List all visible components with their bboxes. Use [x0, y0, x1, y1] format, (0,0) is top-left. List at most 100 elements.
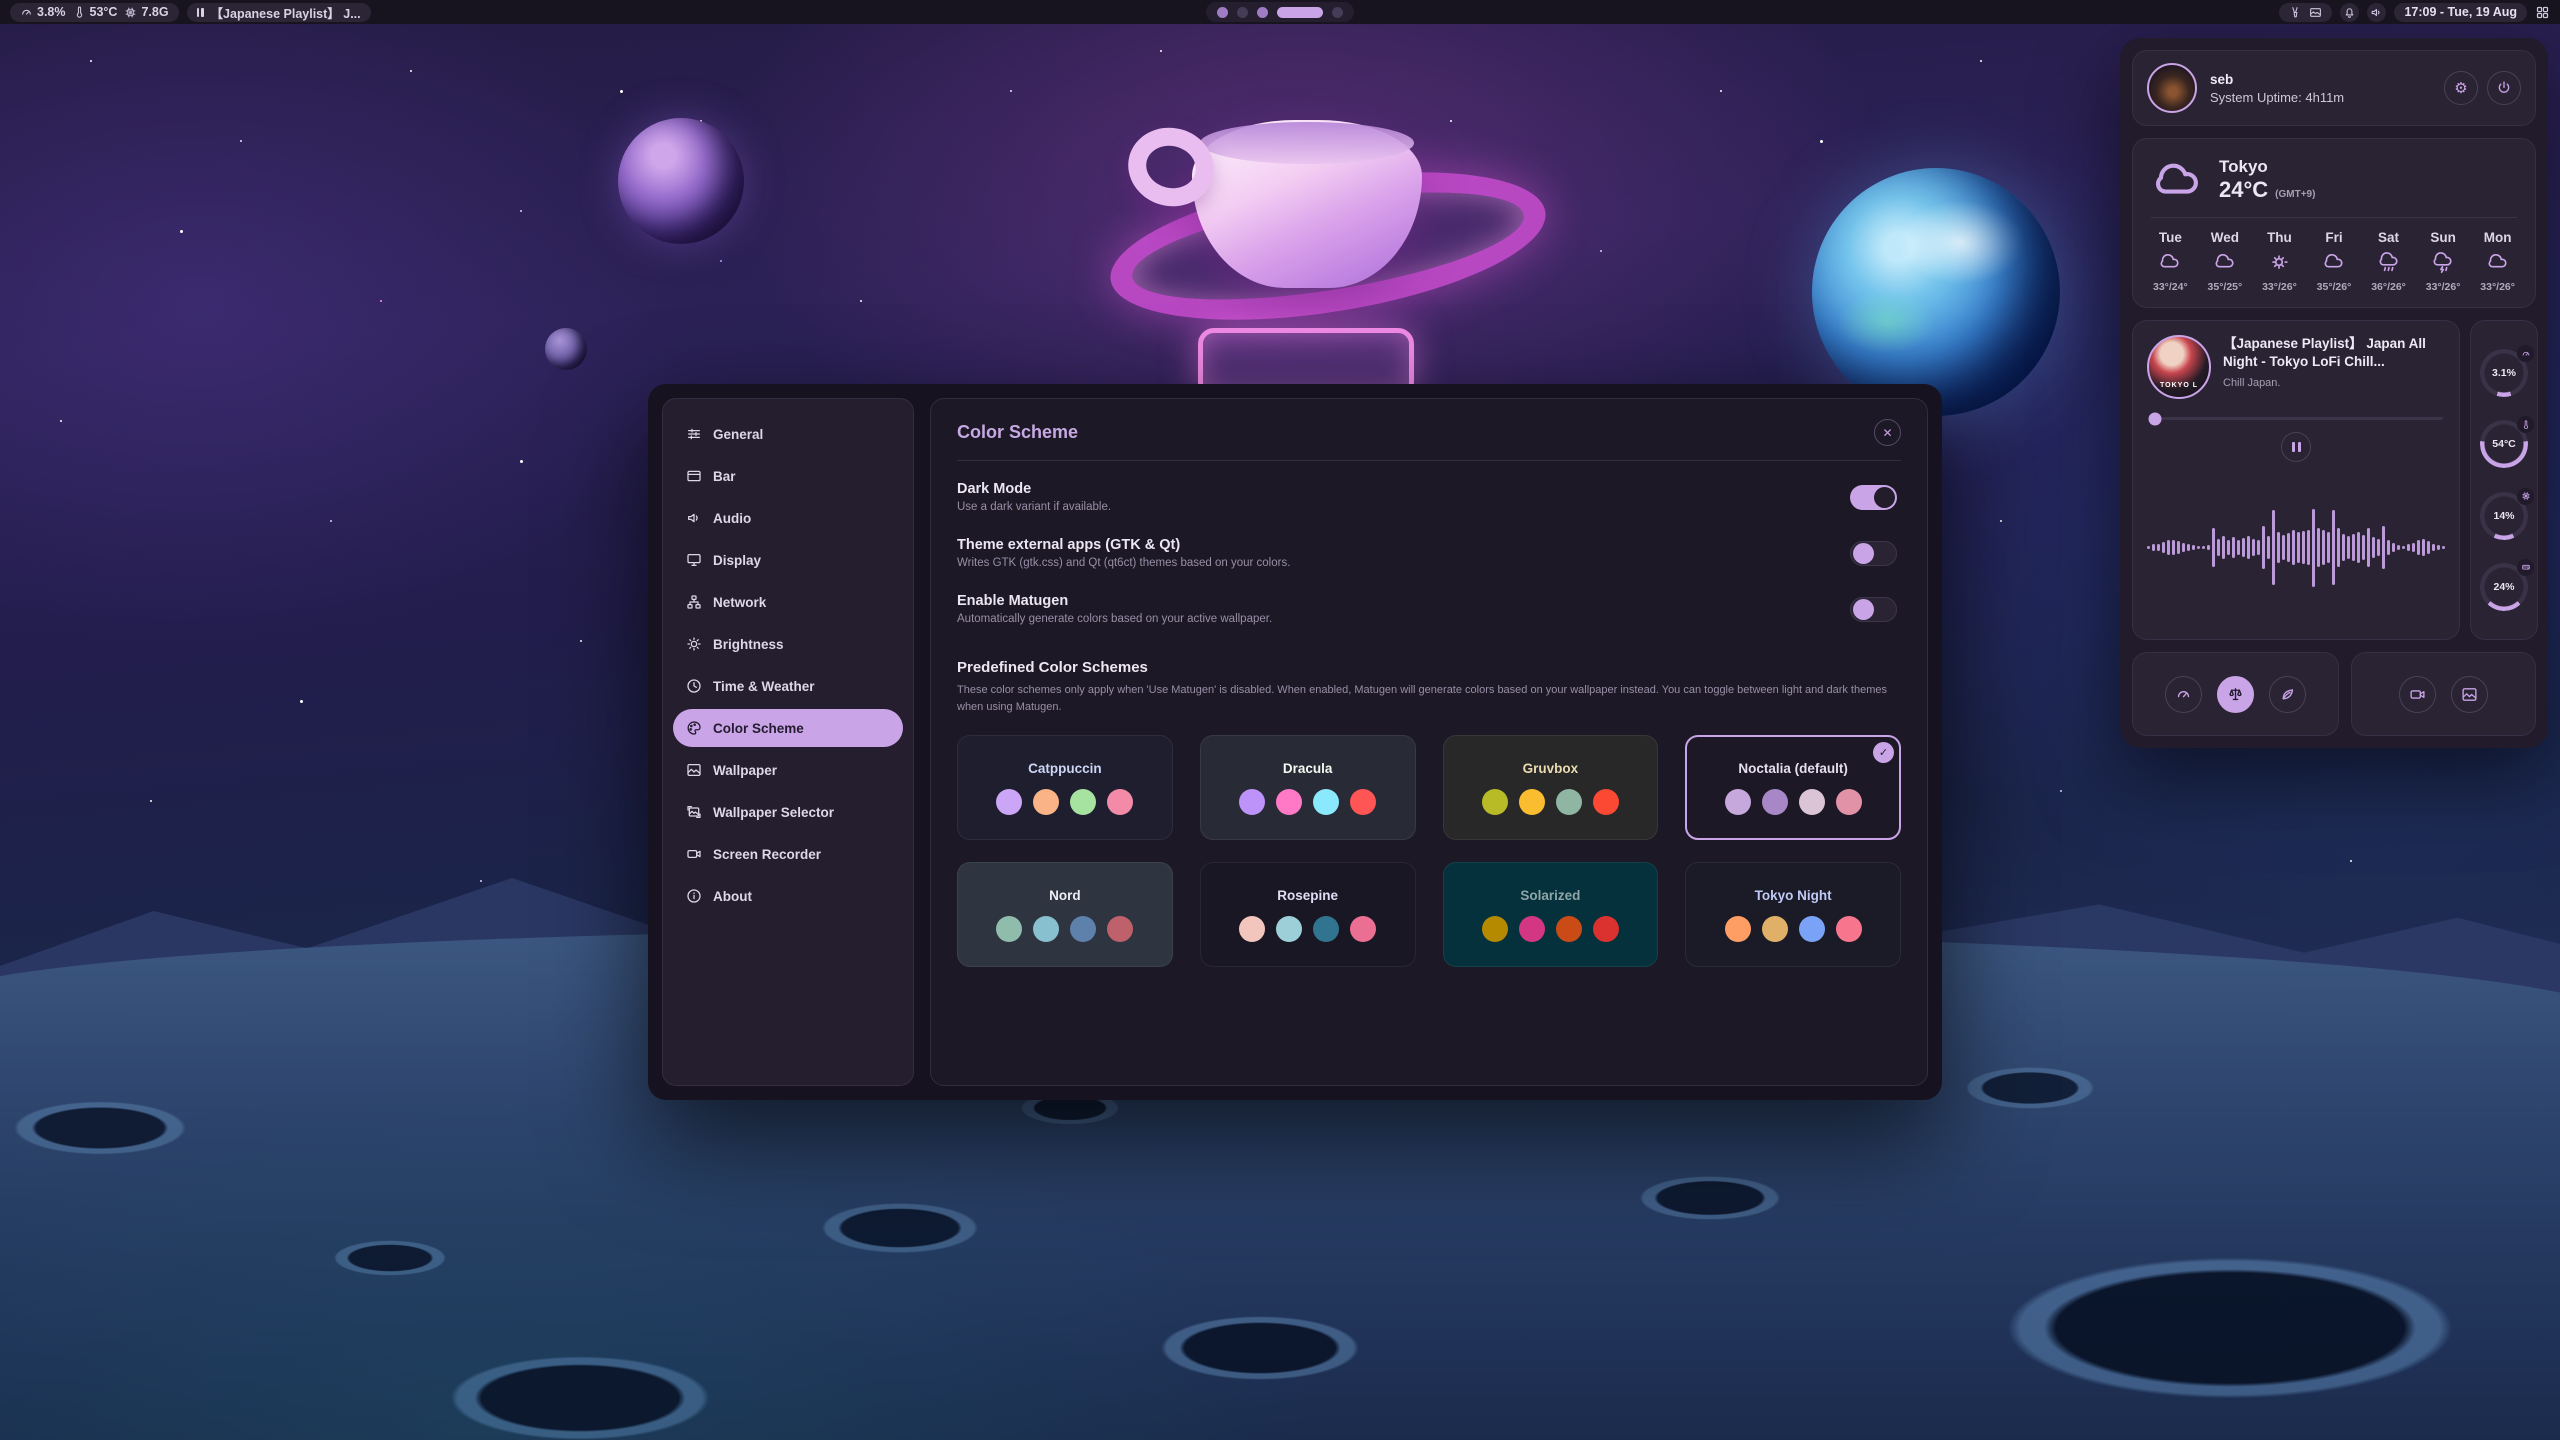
sidebar-item-label: Audio [713, 511, 751, 526]
screen-recorder-button[interactable] [2399, 676, 2436, 713]
seek-bar[interactable] [2149, 417, 2443, 420]
workspace-dot-2[interactable] [1237, 7, 1248, 18]
video-icon [686, 846, 702, 862]
clock-pill[interactable]: 17:09 - Tue, 19 Aug [2394, 3, 2527, 22]
theme-external-apps-toggle[interactable] [1850, 541, 1897, 566]
cloud-icon [2158, 252, 2182, 274]
forecast-day: Tue 33°/24° [2153, 230, 2188, 293]
cpu-usage-stat: 3.8% [20, 5, 66, 19]
sidebar-item-wallpaper[interactable]: Wallpaper [673, 751, 903, 789]
sidebar-item-screen-recorder[interactable]: Screen Recorder [673, 835, 903, 873]
sidebar-item-label: General [713, 427, 763, 442]
scheme-card-dracula[interactable]: ✓ Dracula [1200, 735, 1416, 840]
pause-icon [197, 8, 204, 17]
memory-gauge: 14% [2479, 491, 2529, 541]
color-swatch [1070, 789, 1096, 815]
scheme-name: Dracula [1283, 761, 1333, 776]
selected-check-badge: ✓ [1873, 742, 1894, 763]
scheme-card-tokyo-night[interactable]: ✓ Tokyo Night [1685, 862, 1901, 967]
sidebar-item-about[interactable]: About [673, 877, 903, 915]
forecast-row: Tue 33°/24° Wed 35°/25° Thu 33°/26° Fri … [2151, 230, 2517, 293]
performance-profile-button[interactable] [2165, 676, 2202, 713]
image-icon [2461, 686, 2478, 703]
side-panel: seb System Uptime: 4h11m ⚙ Tokyo 24°C (G… [2120, 38, 2548, 748]
scheme-card-noctalia[interactable]: ✓ Noctalia (default) [1685, 735, 1901, 840]
memory-value: 7.8G [141, 5, 168, 19]
pause-icon [2292, 442, 2295, 452]
system-tray [2279, 3, 2332, 22]
settings-content: Color Scheme ✕ Dark Mode Use a dark vari… [930, 398, 1928, 1086]
cloud-icon [2486, 252, 2510, 274]
sidebar-item-wallpaper-selector[interactable]: Wallpaper Selector [673, 793, 903, 831]
system-stats-pill[interactable]: 3.8% 53°C 7.8G [10, 3, 179, 22]
dark-mode-toggle[interactable] [1850, 485, 1897, 510]
sidebar-item-network[interactable]: Network [673, 583, 903, 621]
color-swatch [1836, 916, 1862, 942]
settings-window: General Bar Audio Display Network Bright… [648, 384, 1942, 1100]
workspace-dot-5[interactable] [1332, 7, 1343, 18]
tray-app-icon[interactable] [2289, 6, 2302, 19]
audio-visualizer [2147, 466, 2445, 629]
sidebar-item-audio[interactable]: Audio [673, 499, 903, 537]
divider [957, 460, 1901, 461]
disk-icon [2521, 562, 2531, 572]
scheme-name: Noctalia (default) [1738, 761, 1848, 776]
powersave-profile-button[interactable] [2269, 676, 2306, 713]
setting-title: Enable Matugen [957, 593, 1272, 609]
rain-icon [2377, 252, 2401, 274]
seek-handle[interactable] [2148, 412, 2161, 425]
close-button[interactable]: ✕ [1874, 419, 1901, 446]
color-swatch [1725, 916, 1751, 942]
color-swatch [1350, 916, 1376, 942]
scheme-card-rosepine[interactable]: ✓ Rosepine [1200, 862, 1416, 967]
power-button[interactable] [2487, 71, 2521, 105]
color-swatch [1799, 789, 1825, 815]
scheme-card-nord[interactable]: ✓ Nord [957, 862, 1173, 967]
sidebar-item-general[interactable]: General [673, 415, 903, 453]
track-artist: Chill Japan. [2223, 377, 2445, 389]
earth-art [1812, 168, 2060, 416]
media-pill[interactable]: 【Japanese Playlist】 J... [187, 3, 371, 22]
settings-sidebar: General Bar Audio Display Network Bright… [662, 398, 914, 1086]
speedometer-icon [2175, 686, 2192, 703]
page-title: Color Scheme [957, 422, 1078, 443]
workspace-dot-4[interactable] [1277, 7, 1323, 18]
sidebar-item-bar[interactable]: Bar [673, 457, 903, 495]
color-swatch [1556, 789, 1582, 815]
tray-image-icon[interactable] [2309, 6, 2322, 19]
color-swatch [1762, 789, 1788, 815]
forecast-day: Mon 33°/26° [2480, 230, 2515, 293]
system-uptime: System Uptime: 4h11m [2210, 90, 2344, 105]
apps-grid-button[interactable] [2535, 5, 2550, 20]
cloud-icon [2213, 252, 2237, 274]
scheme-card-solarized[interactable]: ✓ Solarized [1443, 862, 1659, 967]
workspace-dot-3[interactable] [1257, 7, 1268, 18]
notification-bell-button[interactable] [2340, 3, 2359, 22]
balanced-profile-button[interactable] [2217, 676, 2254, 713]
sidebar-item-time-weather[interactable]: Time & Weather [673, 667, 903, 705]
color-swatch [1799, 916, 1825, 942]
sidebar-item-color-scheme[interactable]: Color Scheme [673, 709, 903, 747]
sidebar-item-brightness[interactable]: Brightness [673, 625, 903, 663]
sidebar-item-display[interactable]: Display [673, 541, 903, 579]
color-swatch [1107, 916, 1133, 942]
color-swatch [1033, 789, 1059, 815]
window-icon [686, 468, 702, 484]
pause-button[interactable] [2281, 432, 2311, 462]
workspace-dot-1[interactable] [1217, 7, 1228, 18]
section-description: These color schemes only apply when 'Use… [957, 682, 1901, 715]
cpu-usage-value: 3.8% [37, 5, 66, 19]
forecast-day: Wed 35°/25° [2208, 230, 2243, 293]
color-swatch [1239, 916, 1265, 942]
sidebar-item-label: Network [713, 595, 766, 610]
sidebar-item-label: Color Scheme [713, 721, 804, 736]
enable-matugen-toggle[interactable] [1850, 597, 1897, 622]
scheme-card-catppuccin[interactable]: ✓ Catppuccin [957, 735, 1173, 840]
scheme-card-gruvbox[interactable]: ✓ Gruvbox [1443, 735, 1659, 840]
wallpaper-button[interactable] [2451, 676, 2488, 713]
settings-button[interactable]: ⚙ [2444, 71, 2478, 105]
volume-button[interactable] [2367, 3, 2386, 22]
thermometer-icon [73, 6, 86, 19]
cloud-icon [2151, 155, 2205, 204]
color-swatch [996, 789, 1022, 815]
